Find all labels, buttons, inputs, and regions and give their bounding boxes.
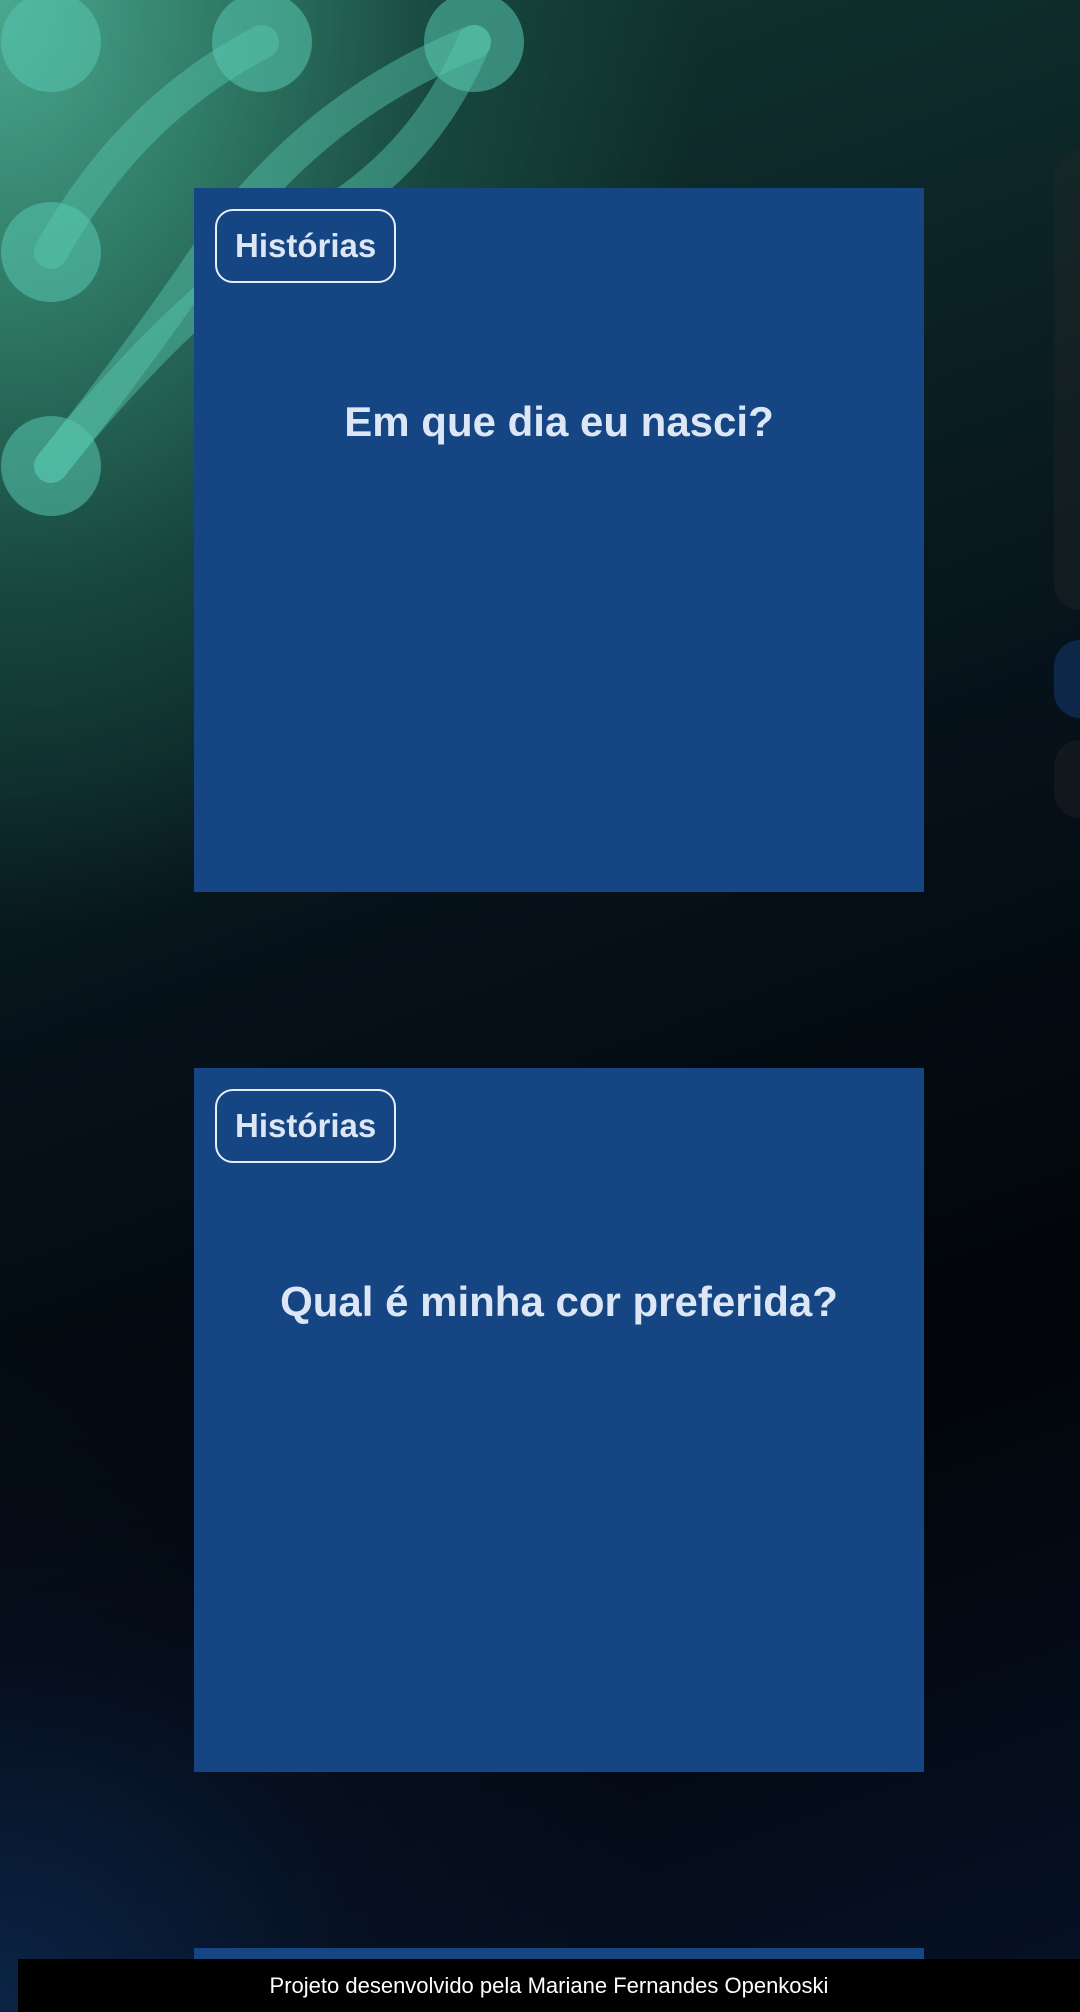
side-decoration-top	[1054, 150, 1080, 610]
question-card[interactable]: Histórias Em que dia eu nasci?	[194, 188, 924, 892]
category-tag: Histórias	[215, 1089, 397, 1163]
question-card[interactable]: Histórias Qual é minha cor preferida?	[194, 1068, 924, 1772]
side-decoration-middle	[1054, 640, 1080, 718]
side-decoration-bottom	[1054, 740, 1080, 818]
footer: Projeto desenvolvido pela Mariane Fernan…	[18, 1959, 1080, 2012]
category-tag: Histórias	[215, 209, 397, 283]
question-text: Qual é minha cor preferida?	[280, 1278, 838, 1325]
footer-text: Projeto desenvolvido pela Mariane Fernan…	[269, 1972, 829, 1998]
question-text: Em que dia eu nasci?	[344, 398, 774, 445]
